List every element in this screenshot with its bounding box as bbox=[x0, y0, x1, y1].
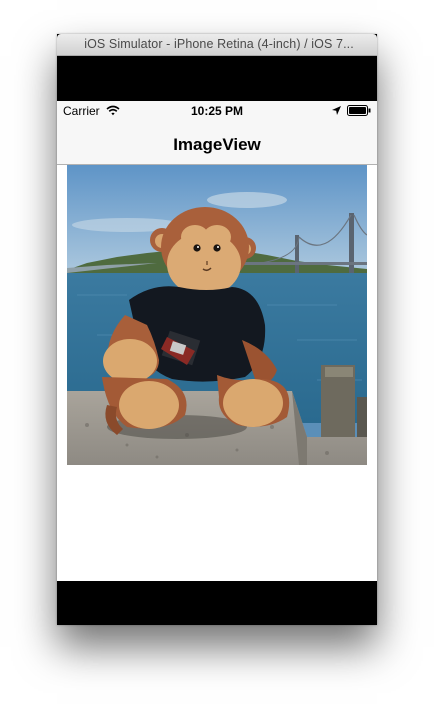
device-bezel-bottom bbox=[57, 581, 377, 625]
device-bezel-top bbox=[57, 56, 377, 101]
image-view bbox=[67, 165, 367, 465]
plush-monkey-photo bbox=[67, 165, 367, 465]
simulator-window: iOS Simulator - iPhone Retina (4-inch) /… bbox=[57, 34, 377, 625]
window-titlebar[interactable]: iOS Simulator - iPhone Retina (4-inch) /… bbox=[57, 34, 377, 56]
navigation-bar: Carrier 10:25 PM ImageView bbox=[57, 101, 377, 165]
nav-title: ImageView bbox=[173, 135, 261, 154]
status-time: 10:25 PM bbox=[190, 104, 244, 118]
window-title: iOS Simulator - iPhone Retina (4-inch) /… bbox=[84, 37, 354, 51]
location-arrow-icon bbox=[332, 106, 341, 115]
device-screen: Carrier 10:25 PM ImageView bbox=[57, 101, 377, 581]
battery-icon bbox=[347, 105, 371, 116]
